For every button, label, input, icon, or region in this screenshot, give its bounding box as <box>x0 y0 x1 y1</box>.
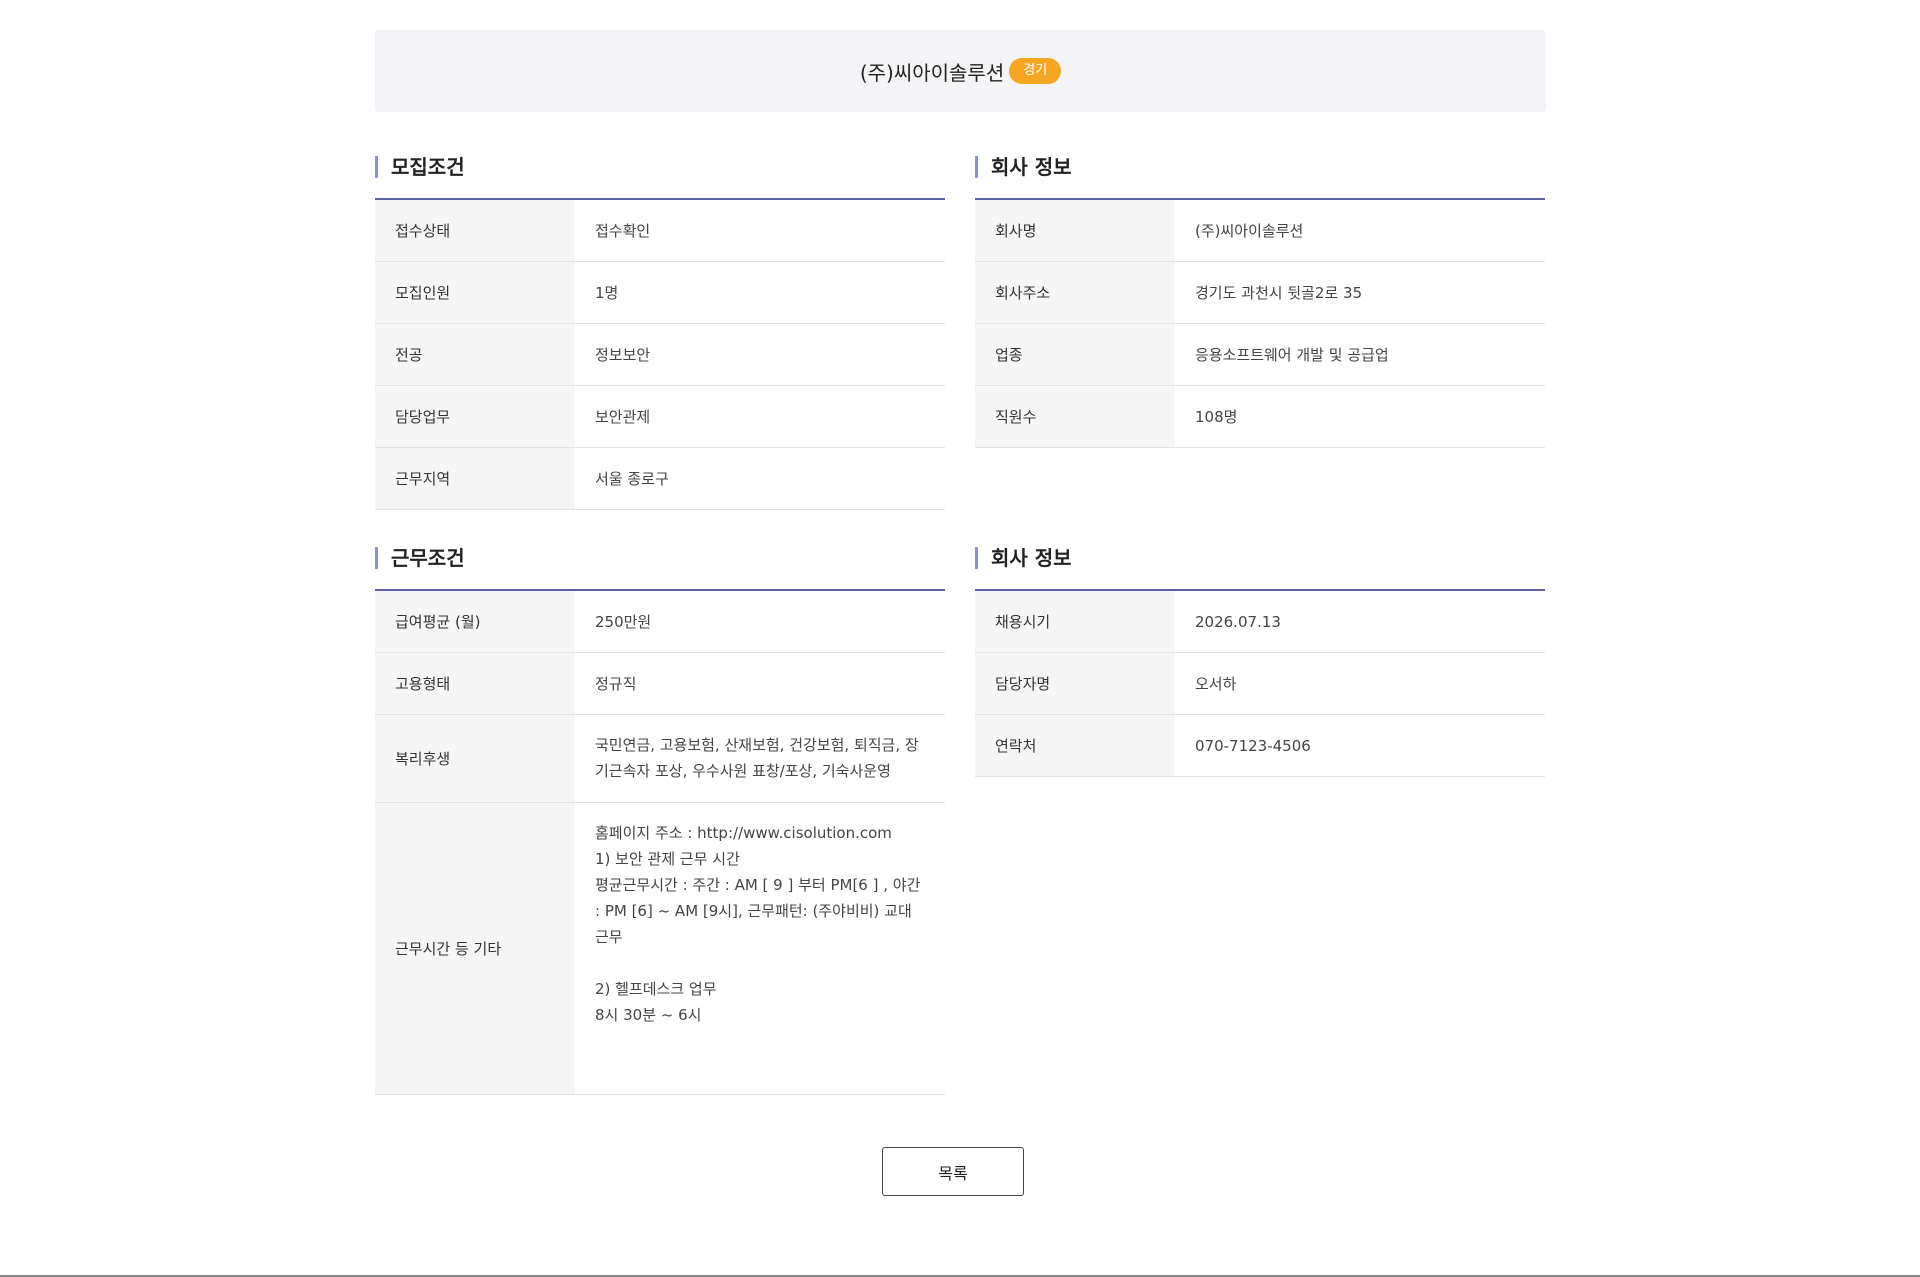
table-row: 회사주소 경기도 과천시 뒷골2로 35 <box>975 262 1545 324</box>
work-section: 근무조건 급여평균 (월) 250만원 고용형태 정규직 복리후생 국민연금, … <box>375 547 945 1095</box>
row-label: 모집인원 <box>375 262 575 323</box>
row-value: 108명 <box>1195 407 1238 426</box>
row-label: 연락처 <box>975 715 1175 776</box>
hiring-info-section: 회사 정보 채용시기 2026.07.13 담당자명 오서하 연락처 070-7… <box>975 547 1545 777</box>
table-row: 접수상태 접수확인 <box>375 200 945 262</box>
row-label: 업종 <box>975 324 1175 385</box>
recruit-table: 접수상태 접수확인 모집인원 1명 전공 정보보안 담당업무 보안관제 근무지역… <box>375 198 945 510</box>
row-label: 담당자명 <box>975 653 1175 714</box>
company-header: (주)씨아이솔루션 경기 <box>375 30 1546 112</box>
row-value: 접수확인 <box>595 221 651 240</box>
work-table: 급여평균 (월) 250만원 고용형태 정규직 복리후생 국민연금, 고용보험,… <box>375 589 945 1095</box>
row-value: 250만원 <box>595 612 652 631</box>
table-row: 근무지역 서울 종로구 <box>375 448 945 510</box>
row-value: 070-7123-4506 <box>1195 736 1311 755</box>
hiring-info-table: 채용시기 2026.07.13 담당자명 오서하 연락처 070-7123-45… <box>975 589 1545 777</box>
section-title: 회사 정보 <box>975 547 1545 569</box>
row-value: 오서하 <box>1195 674 1237 693</box>
row-label: 고용형태 <box>375 653 575 714</box>
row-label: 담당업무 <box>375 386 575 447</box>
table-row: 전공 정보보안 <box>375 324 945 386</box>
row-value: 경기도 과천시 뒷골2로 35 <box>1195 283 1363 302</box>
table-row: 근무시간 등 기타 홈페이지 주소 : http://www.cisolutio… <box>375 803 945 1095</box>
row-label: 회사주소 <box>975 262 1175 323</box>
table-row: 업종 응용소프트웨어 개발 및 공급업 <box>975 324 1545 386</box>
section-title: 회사 정보 <box>975 156 1545 178</box>
company-info-table: 회사명 (주)씨아이솔루션 회사주소 경기도 과천시 뒷골2로 35 업종 응용… <box>975 198 1545 448</box>
job-detail-page: (주)씨아이솔루션 경기 모집조건 접수상태 접수확인 모집인원 1명 전공 정… <box>0 0 1920 1277</box>
row-label: 근무시간 등 기타 <box>375 803 575 1094</box>
row-label: 채용시기 <box>975 591 1175 652</box>
list-button[interactable]: 목록 <box>882 1147 1024 1196</box>
row-label: 복리후생 <box>375 715 575 802</box>
row-value: 2026.07.13 <box>1195 612 1281 631</box>
table-row: 채용시기 2026.07.13 <box>975 591 1545 653</box>
row-label: 접수상태 <box>375 200 575 261</box>
table-row: 고용형태 정규직 <box>375 653 945 715</box>
row-value: 보안관제 <box>595 407 651 426</box>
row-label: 회사명 <box>975 200 1175 261</box>
row-value: 정보보안 <box>595 345 651 364</box>
row-label: 근무지역 <box>375 448 575 509</box>
table-row: 급여평균 (월) 250만원 <box>375 591 945 653</box>
table-row: 연락처 070-7123-4506 <box>975 715 1545 777</box>
table-row: 담당자명 오서하 <box>975 653 1545 715</box>
row-label: 직원수 <box>975 386 1175 447</box>
company-name: (주)씨아이솔루션 <box>859 60 1005 85</box>
row-label: 급여평균 (월) <box>375 591 575 652</box>
region-badge: 경기 <box>1009 58 1062 84</box>
row-value: 국민연금, 고용보험, 산재보험, 건강보험, 퇴직금, 장기근속자 포상, 우… <box>595 736 919 780</box>
table-row: 회사명 (주)씨아이솔루션 <box>975 200 1545 262</box>
table-row: 복리후생 국민연금, 고용보험, 산재보험, 건강보험, 퇴직금, 장기근속자 … <box>375 715 945 803</box>
row-label: 전공 <box>375 324 575 385</box>
table-row: 직원수 108명 <box>975 386 1545 448</box>
row-value: 서울 종로구 <box>595 469 669 488</box>
section-title: 근무조건 <box>375 547 945 569</box>
row-value: 홈페이지 주소 : http://www.cisolution.com 1) 보… <box>595 824 921 1024</box>
row-value: 정규직 <box>595 674 637 693</box>
recruit-section: 모집조건 접수상태 접수확인 모집인원 1명 전공 정보보안 담당업무 보안관제… <box>375 156 945 510</box>
table-row: 담당업무 보안관제 <box>375 386 945 448</box>
table-row: 모집인원 1명 <box>375 262 945 324</box>
row-value: 응용소프트웨어 개발 및 공급업 <box>1195 345 1389 364</box>
company-info-section: 회사 정보 회사명 (주)씨아이솔루션 회사주소 경기도 과천시 뒷골2로 35… <box>975 156 1545 448</box>
section-title: 모집조건 <box>375 156 945 178</box>
row-value: 1명 <box>595 283 619 302</box>
row-value: (주)씨아이솔루션 <box>1195 221 1304 240</box>
